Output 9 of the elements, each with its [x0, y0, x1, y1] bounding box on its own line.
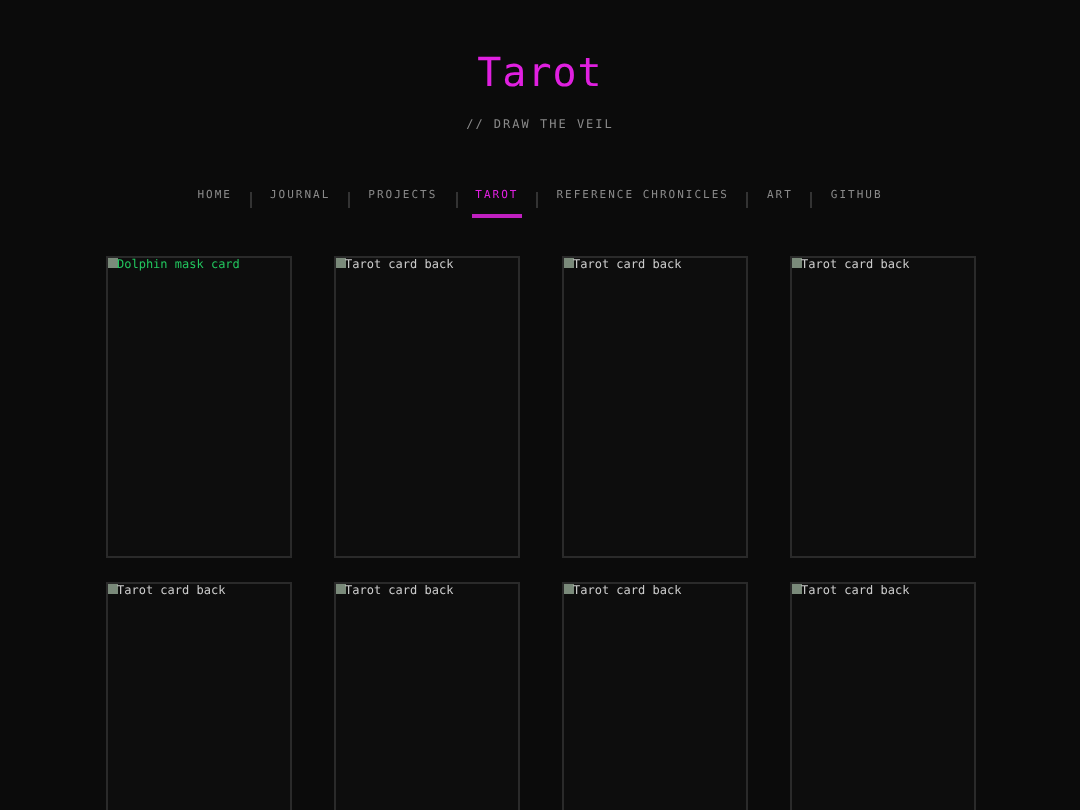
page-title: Tarot	[477, 46, 603, 100]
broken-image-icon	[563, 584, 573, 595]
broken-image-icon	[563, 258, 573, 269]
broken-image-icon	[335, 584, 345, 595]
broken-image-icon	[791, 584, 801, 595]
broken-image-icon	[791, 258, 801, 269]
broken-image-icon	[107, 584, 117, 595]
broken-image-icon	[335, 258, 345, 269]
broken-image-icon	[107, 258, 117, 269]
